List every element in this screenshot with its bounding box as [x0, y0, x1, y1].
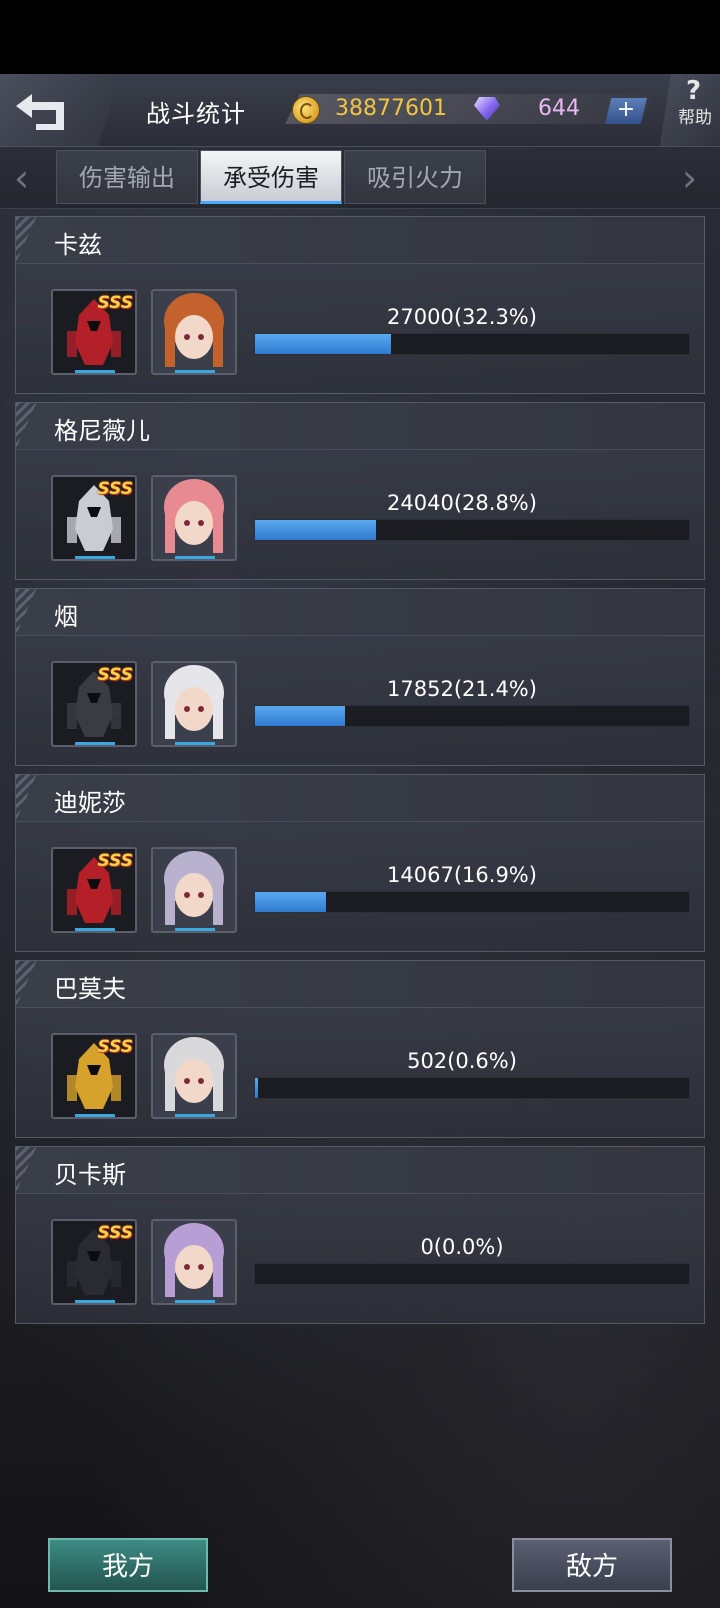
coin-count: 38877601 — [335, 96, 447, 121]
rank-badge: SSS — [97, 1037, 133, 1057]
unit-name: 贝卡斯 — [54, 1161, 126, 1189]
unit-name: 烟 — [54, 603, 78, 631]
tab-draw-fire[interactable]: 吸引火力 — [344, 150, 486, 204]
rank-badge: SSS — [97, 1223, 133, 1243]
chevron-left-icon[interactable]: ‹ — [14, 159, 29, 197]
rank-badge: SSS — [97, 479, 133, 499]
pilot-portrait-icon — [153, 291, 235, 373]
unit-stat-card: 卡兹 SSS 27000(32.3%) — [15, 216, 705, 394]
mech-avatar[interactable]: SSS — [51, 661, 137, 747]
unit-stat-card: 贝卡斯 SSS 0(0.0%) — [15, 1146, 705, 1324]
damage-value-label: 24040(28.8%) — [387, 491, 537, 515]
pilot-portrait-icon — [153, 849, 235, 931]
page-title: 战斗统计 — [146, 100, 246, 128]
unit-stat-card: 巴莫夫 SSS 502(0.6%) — [15, 960, 705, 1138]
status-bar — [0, 0, 720, 74]
pilot-avatar[interactable] — [151, 1033, 237, 1119]
mech-avatar[interactable]: SSS — [51, 1219, 137, 1305]
card-header: 烟 — [16, 589, 704, 636]
card-header: 迪妮莎 — [16, 775, 704, 822]
damage-bar-track — [254, 705, 690, 727]
pilot-avatar[interactable] — [151, 661, 237, 747]
damage-bar-fill — [255, 1078, 258, 1098]
damage-value-label: 27000(32.3%) — [387, 305, 537, 329]
card-header: 格尼薇儿 — [16, 403, 704, 450]
pilot-avatar[interactable] — [151, 289, 237, 375]
mech-avatar[interactable]: SSS — [51, 1033, 137, 1119]
card-header: 卡兹 — [16, 217, 704, 264]
damage-value-label: 0(0.0%) — [420, 1235, 504, 1259]
damage-bar-fill — [255, 334, 391, 354]
question-mark-icon: ? — [686, 76, 702, 106]
pilot-portrait-icon — [153, 663, 235, 745]
rank-badge: SSS — [97, 293, 133, 313]
mech-avatar[interactable]: SSS — [51, 475, 137, 561]
damage-value-label: 17852(21.4%) — [387, 677, 537, 701]
damage-bar-track — [254, 1077, 690, 1099]
card-header: 巴莫夫 — [16, 961, 704, 1008]
enemy-side-button[interactable]: 敌方 — [512, 1538, 672, 1592]
damage-bar-track — [254, 1263, 690, 1285]
unit-name: 格尼薇儿 — [54, 417, 150, 445]
damage-bar-fill — [255, 892, 326, 912]
gold-coin-icon — [292, 96, 320, 124]
pilot-portrait-icon — [153, 477, 235, 559]
damage-bar-fill — [255, 706, 345, 726]
add-gems-button[interactable]: + — [605, 98, 647, 124]
unit-name: 巴莫夫 — [54, 975, 126, 1003]
unit-stat-card: 烟 SSS 17852(21.4%) — [15, 588, 705, 766]
damage-bar-track — [254, 519, 690, 541]
my-side-button[interactable]: 我方 — [48, 1538, 208, 1592]
damage-bar-fill — [255, 520, 376, 540]
rank-badge: SSS — [97, 665, 133, 685]
help-label: 帮助 — [678, 108, 712, 128]
pilot-portrait-icon — [153, 1035, 235, 1117]
unit-stat-card: 格尼薇儿 SSS 24040(28.8%) — [15, 402, 705, 580]
unit-name: 迪妮莎 — [54, 789, 126, 817]
damage-bar-track — [254, 891, 690, 913]
pilot-portrait-icon — [153, 1221, 235, 1303]
damage-value-label: 14067(16.9%) — [387, 863, 537, 887]
pilot-avatar[interactable] — [151, 1219, 237, 1305]
unit-stat-card: 迪妮莎 SSS 14067(16.9%) — [15, 774, 705, 952]
damage-bar-track — [254, 333, 690, 355]
pilot-avatar[interactable] — [151, 475, 237, 561]
pilot-avatar[interactable] — [151, 847, 237, 933]
card-header: 贝卡斯 — [16, 1147, 704, 1194]
gem-count: 644 — [538, 96, 580, 121]
tab-damage-taken[interactable]: 承受伤害 — [200, 150, 342, 204]
tab-damage-output[interactable]: 伤害输出 — [56, 150, 198, 204]
damage-value-label: 502(0.6%) — [407, 1049, 517, 1073]
mech-avatar[interactable]: SSS — [51, 289, 137, 375]
chevron-right-icon[interactable]: › — [682, 159, 697, 197]
mech-avatar[interactable]: SSS — [51, 847, 137, 933]
back-arrow-icon — [16, 94, 64, 130]
rank-badge: SSS — [97, 851, 133, 871]
unit-name: 卡兹 — [54, 231, 102, 259]
